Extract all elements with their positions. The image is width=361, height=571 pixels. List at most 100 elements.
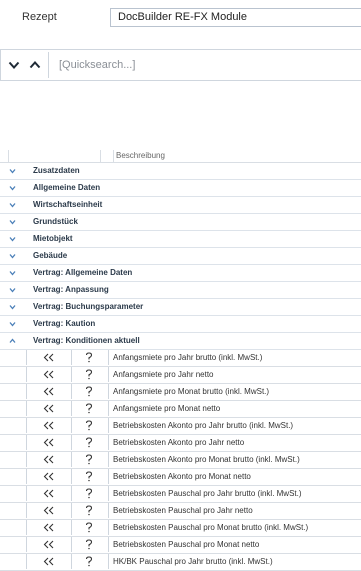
insert-field-button[interactable] — [26, 537, 72, 552]
insert-field-button[interactable] — [26, 384, 72, 399]
field-help-button[interactable] — [70, 537, 109, 552]
field-help-button[interactable] — [70, 384, 109, 399]
expand-group-toggle[interactable] — [8, 248, 17, 264]
question-mark-icon — [85, 539, 93, 550]
field-row[interactable]: Betriebskosten Pauschal pro Jahr brutto … — [0, 486, 361, 503]
field-row[interactable]: Anfangsmiete pro Monat brutto (inkl. MwS… — [0, 384, 361, 401]
field-row[interactable]: Betriebskosten Akonto pro Jahr netto — [0, 435, 361, 452]
double-chevron-left-icon — [43, 557, 54, 566]
field-row[interactable]: Betriebskosten Pauschal pro Monat brutto… — [0, 520, 361, 537]
insert-field-button[interactable] — [26, 452, 72, 467]
field-help-button[interactable] — [70, 350, 109, 365]
field-description: Anfangsmiete pro Monat netto — [113, 404, 221, 413]
group-row-expanded[interactable]: Vertrag: Konditionen aktuell — [0, 333, 361, 350]
chevron-down-icon — [9, 322, 16, 327]
chevron-down-icon — [9, 220, 16, 225]
insert-field-button[interactable] — [26, 554, 72, 569]
question-mark-icon — [85, 403, 93, 414]
insert-field-button[interactable] — [26, 469, 72, 484]
expand-group-toggle[interactable] — [8, 231, 17, 247]
expand-group-toggle[interactable] — [8, 299, 17, 315]
field-row[interactable]: Betriebskosten Akonto pro Monat netto — [0, 469, 361, 486]
expand-group-toggle[interactable] — [8, 265, 17, 281]
group-label: Vertrag: Anpassung — [33, 285, 109, 294]
field-description: Betriebskosten Pauschal pro Monat brutto… — [113, 523, 309, 532]
group-label: Vertrag: Kaution — [33, 319, 96, 328]
insert-field-button[interactable] — [26, 350, 72, 365]
insert-field-button[interactable] — [26, 418, 72, 433]
group-row[interactable]: Vertrag: Allgemeine Daten — [0, 265, 361, 282]
question-mark-icon — [85, 471, 93, 482]
expand-group-toggle[interactable] — [8, 180, 17, 196]
question-mark-icon — [85, 556, 93, 567]
field-row[interactable]: Betriebskosten Pauschal pro Monat netto — [0, 537, 361, 554]
group-row[interactable]: Vertrag: Anpassung — [0, 282, 361, 299]
field-row[interactable]: Betriebskosten Akonto pro Monat brutto (… — [0, 452, 361, 469]
double-chevron-left-icon — [43, 455, 54, 464]
chevron-down-icon — [9, 237, 16, 242]
chevron-down-icon — [9, 203, 16, 208]
field-row[interactable]: Anfangsmiete pro Jahr netto — [0, 367, 361, 384]
group-row[interactable]: Wirtschaftseinheit — [0, 197, 361, 214]
recipe-field-grid: Beschreibung Zusatzdaten Allgemeine Daten… — [0, 150, 361, 571]
field-help-button[interactable] — [70, 367, 109, 382]
group-row[interactable]: Gebäude — [0, 248, 361, 265]
group-row[interactable]: Vertrag: Buchungsparameter — [0, 299, 361, 316]
insert-field-button[interactable] — [26, 435, 72, 450]
field-help-button[interactable] — [70, 469, 109, 484]
insert-field-button[interactable] — [26, 367, 72, 382]
insert-field-button[interactable] — [26, 520, 72, 535]
field-help-button[interactable] — [70, 520, 109, 535]
field-description: HK/BK Pauschal pro Jahr brutto (inkl. Mw… — [113, 557, 273, 566]
insert-field-button[interactable] — [26, 401, 72, 416]
group-label: Allgemeine Daten — [33, 183, 101, 192]
chevron-down-icon — [9, 254, 16, 259]
field-description: Betriebskosten Akonto pro Monat brutto (… — [113, 455, 300, 464]
group-row[interactable]: Zusatzdaten — [0, 163, 361, 180]
expand-group-toggle[interactable] — [8, 214, 17, 230]
field-row[interactable]: Betriebskosten Pauschal pro Jahr netto — [0, 503, 361, 520]
collapse-all-button[interactable] — [6, 57, 22, 73]
double-chevron-left-icon — [43, 472, 54, 481]
question-mark-icon — [85, 437, 93, 448]
question-mark-icon — [85, 420, 93, 431]
group-row[interactable]: Mietobjekt — [0, 231, 361, 248]
field-description: Betriebskosten Akonto pro Monat netto — [113, 472, 251, 481]
expand-group-toggle[interactable] — [8, 163, 17, 179]
field-help-button[interactable] — [70, 554, 109, 569]
double-chevron-left-icon — [43, 404, 54, 413]
quicksearch-input[interactable] — [59, 56, 349, 74]
rezept-field[interactable]: DocBuilder RE-FX Module — [110, 8, 361, 27]
field-help-button[interactable] — [70, 401, 109, 416]
double-chevron-left-icon — [43, 438, 54, 447]
expand-group-toggle[interactable] — [8, 197, 17, 213]
expand-group-toggle[interactable] — [8, 282, 17, 298]
chevron-down-icon — [8, 61, 20, 69]
double-chevron-left-icon — [43, 489, 54, 498]
field-row[interactable]: Anfangsmiete pro Jahr brutto (inkl. MwSt… — [0, 350, 361, 367]
quicksearch-bar — [0, 49, 361, 81]
field-help-button[interactable] — [70, 418, 109, 433]
field-help-button[interactable] — [70, 503, 109, 518]
insert-field-button[interactable] — [26, 503, 72, 518]
field-row[interactable]: Betriebskosten Akonto pro Jahr brutto (i… — [0, 418, 361, 435]
field-row[interactable]: HK/BK Pauschal pro Jahr brutto (inkl. Mw… — [0, 554, 361, 571]
double-chevron-left-icon — [43, 353, 54, 362]
group-row[interactable]: Grundstück — [0, 214, 361, 231]
field-row[interactable]: Anfangsmiete pro Monat netto — [0, 401, 361, 418]
collapse-group-toggle[interactable] — [8, 333, 17, 349]
question-mark-icon — [85, 454, 93, 465]
search-divider — [48, 52, 49, 78]
field-description: Anfangsmiete pro Monat brutto (inkl. MwS… — [113, 387, 270, 396]
insert-field-button[interactable] — [26, 486, 72, 501]
field-help-button[interactable] — [70, 486, 109, 501]
group-row[interactable]: Vertrag: Kaution — [0, 316, 361, 333]
field-help-button[interactable] — [70, 452, 109, 467]
field-description: Betriebskosten Pauschal pro Jahr netto — [113, 506, 253, 515]
group-label: Mietobjekt — [33, 234, 73, 243]
chevron-down-icon — [9, 271, 16, 276]
expand-group-toggle[interactable] — [8, 316, 17, 332]
group-row[interactable]: Allgemeine Daten — [0, 180, 361, 197]
expand-all-button[interactable] — [27, 57, 43, 73]
field-help-button[interactable] — [70, 435, 109, 450]
